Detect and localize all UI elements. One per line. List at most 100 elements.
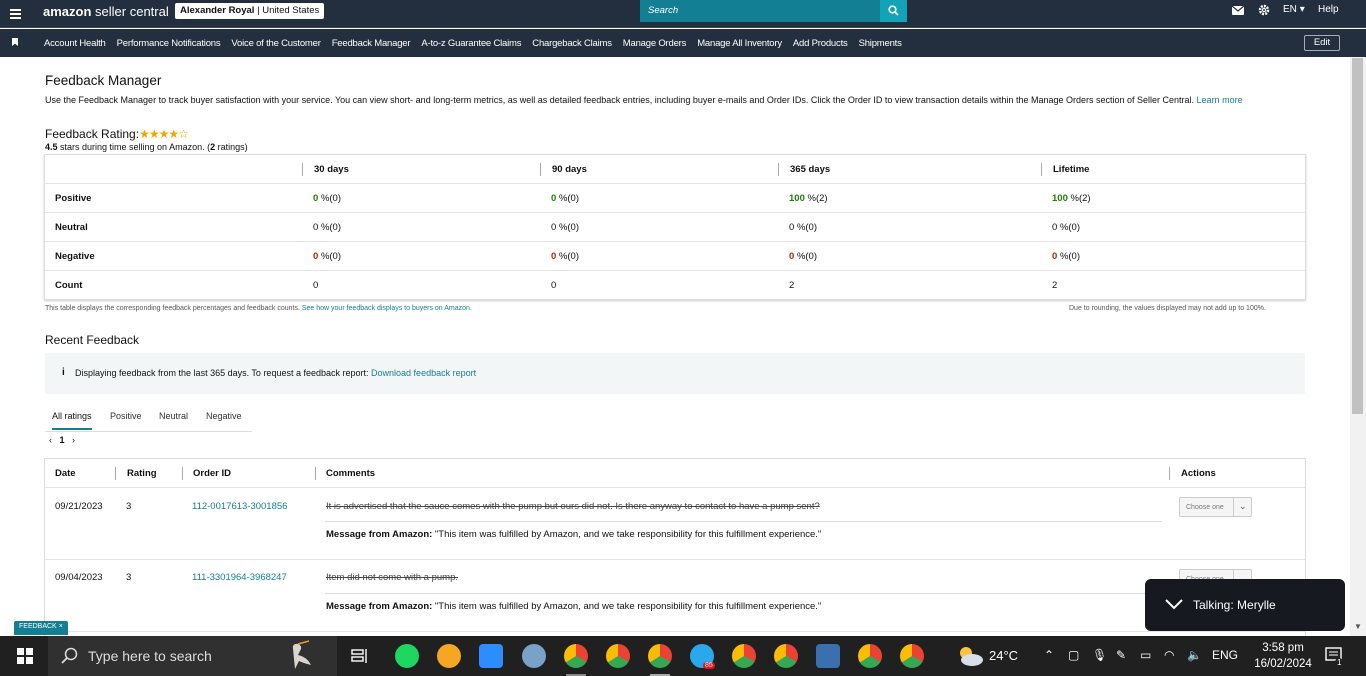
zoom-icon[interactable]: [479, 644, 503, 668]
spotify-icon[interactable]: [395, 644, 419, 668]
tab-all-ratings[interactable]: All ratings: [52, 411, 92, 430]
toast-text: Talking: Merylle: [1193, 598, 1276, 612]
help-link[interactable]: Help: [1318, 4, 1339, 15]
pen-icon[interactable]: ✎: [1116, 648, 1126, 662]
account-region: United States: [262, 5, 320, 16]
language-selector[interactable]: EN ▾: [1283, 4, 1305, 15]
metric-value: 2: [1052, 280, 1058, 291]
table-row: 09/04/2023 3 111-3301964-3968247 Item di…: [45, 560, 1305, 632]
metric-value: 100: [789, 193, 805, 204]
chrome-icon[interactable]: [648, 644, 672, 668]
account-switcher[interactable]: Alexander Royal | United States: [175, 3, 325, 19]
search-placeholder: Search: [648, 5, 679, 16]
wifi-icon[interactable]: ◠: [1164, 648, 1174, 662]
nav-item-account-health[interactable]: Account Health: [44, 38, 106, 49]
chevron-right-icon[interactable]: ›: [72, 435, 75, 445]
row-comment: Item did not come with a pump.: [326, 572, 459, 583]
microphone-icon[interactable]: 🎙: [1092, 648, 1107, 662]
description-text: Use the Feedback Manager to track buyer …: [45, 95, 1195, 105]
clock[interactable]: 3:58 pm 16/02/2024: [1251, 640, 1315, 672]
app-icon[interactable]: [437, 644, 461, 668]
scrollbar-thumb[interactable]: [1352, 58, 1363, 414]
nav-item-voice-of-customer[interactable]: Voice of the Customer: [231, 38, 320, 49]
logo-main: amazon: [43, 4, 92, 19]
search-input[interactable]: Search: [640, 0, 880, 22]
column-divider: [302, 163, 303, 176]
action-dropdown[interactable]: Choose one ⌄: [1179, 497, 1252, 517]
bookmark-icon[interactable]: [12, 38, 18, 46]
nav-item-chargeback-claims[interactable]: Chargeback Claims: [532, 38, 612, 49]
current-page[interactable]: 1: [60, 435, 65, 445]
task-view-icon[interactable]: [351, 648, 369, 664]
battery-icon[interactable]: ▭: [1140, 648, 1151, 662]
feedback-badge[interactable]: FEEDBACK ×: [14, 621, 68, 635]
tab-neutral[interactable]: Neutral: [159, 411, 188, 421]
temperature[interactable]: 24°C: [989, 648, 1018, 663]
nav-item-shipments[interactable]: Shipments: [859, 38, 902, 49]
talking-notification[interactable]: Talking: Merylle: [1145, 579, 1345, 631]
order-id-link[interactable]: 111-3301964-3968247: [192, 572, 287, 583]
nav-item-manage-orders[interactable]: Manage Orders: [623, 38, 687, 49]
metrics-row-negative: Negative 0 %(0) 0 %(0) 0 %(0) 0 %(0): [45, 242, 1305, 271]
windows-start-icon[interactable]: [17, 648, 33, 664]
metric-value: 0: [789, 222, 795, 233]
metric-value: 0: [551, 280, 557, 291]
nav-item-manage-inventory[interactable]: Manage All Inventory: [697, 38, 782, 49]
divider: [325, 593, 1162, 594]
chrome-icon[interactable]: [858, 644, 882, 668]
clock-date: 16/02/2024: [1254, 658, 1312, 670]
taskbar-search-placeholder: Type here to search: [88, 648, 212, 664]
footnote-text: This table displays the corresponding fe…: [45, 305, 300, 312]
chevron-up-icon[interactable]: ⌃: [1044, 648, 1054, 662]
tab-negative[interactable]: Negative: [206, 411, 242, 421]
close-icon[interactable]: ×: [59, 623, 63, 630]
column-order-id: Order ID: [193, 468, 232, 479]
input-language[interactable]: ENG: [1212, 648, 1238, 662]
nav-item-performance-notifications[interactable]: Performance Notifications: [117, 38, 221, 49]
search-button[interactable]: [880, 0, 907, 22]
download-report-link[interactable]: Download feedback report: [371, 368, 476, 378]
snipping-tool-icon[interactable]: [522, 644, 546, 668]
nav-item-feedback-manager[interactable]: Feedback Manager: [332, 38, 411, 49]
row-label: Positive: [55, 193, 92, 204]
learn-more-link[interactable]: Learn more: [1197, 95, 1243, 105]
calculator-icon[interactable]: [816, 644, 840, 668]
metric-value: 100: [1052, 193, 1068, 204]
weather-cloud-icon[interactable]: [956, 645, 984, 667]
mail-icon[interactable]: [1232, 6, 1244, 15]
chevron-left-icon[interactable]: ‹: [49, 435, 52, 445]
taskbar-search[interactable]: Type here to search: [48, 636, 337, 676]
seller-central-logo[interactable]: amazon seller central: [43, 4, 169, 19]
nav-item-a-to-z-claims[interactable]: A-to-z Guarantee Claims: [421, 38, 521, 49]
stars-text: stars during time selling on Amazon. (: [57, 142, 211, 152]
metrics-row-count: Count 0 0 2 2: [45, 271, 1305, 300]
chevron-down-icon[interactable]: [1165, 599, 1183, 610]
metrics-row-neutral: Neutral 0 %(0) 0 %(0) 0 %(0) 0 %(0): [45, 213, 1305, 242]
metrics-row-positive: Positive 0 %(0) 0 %(0) 100 %(2) 100 %(2): [45, 184, 1305, 213]
action-placeholder: Choose one: [1186, 504, 1224, 511]
gear-icon[interactable]: [1258, 4, 1270, 16]
tab-positive[interactable]: Positive: [110, 411, 142, 421]
menu-icon[interactable]: [10, 9, 21, 19]
search-icon: [61, 647, 78, 664]
header-90-days: 90 days: [552, 164, 587, 175]
metric-value: 0: [551, 222, 557, 233]
feedback-display-link[interactable]: See how your feedback displays to buyers…: [302, 305, 472, 312]
chrome-icon[interactable]: [732, 644, 756, 668]
chrome-icon[interactable]: [900, 644, 924, 668]
volume-icon[interactable]: 🔈: [1187, 648, 1202, 662]
search-icon: [888, 5, 899, 16]
chrome-icon[interactable]: [774, 644, 798, 668]
meet-now-icon[interactable]: ▢: [1068, 648, 1079, 662]
metric-count: %(0): [796, 222, 817, 233]
order-id-link[interactable]: 112-0017613-3001856: [192, 501, 287, 512]
edit-nav-button[interactable]: Edit: [1304, 35, 1340, 51]
chrome-icon[interactable]: [606, 644, 630, 668]
row-comment: It is advertised that the sauce comes wi…: [326, 501, 820, 512]
scroll-down-arrow-icon[interactable]: ▼: [1354, 622, 1362, 631]
chrome-icon[interactable]: [564, 644, 588, 668]
info-banner: i Displaying feedback from the last 365 …: [45, 353, 1305, 394]
feedback-rating: Feedback Rating:★★★★☆: [45, 127, 189, 141]
nav-item-add-products[interactable]: Add Products: [793, 38, 848, 49]
metric-value: 0: [1052, 251, 1058, 262]
